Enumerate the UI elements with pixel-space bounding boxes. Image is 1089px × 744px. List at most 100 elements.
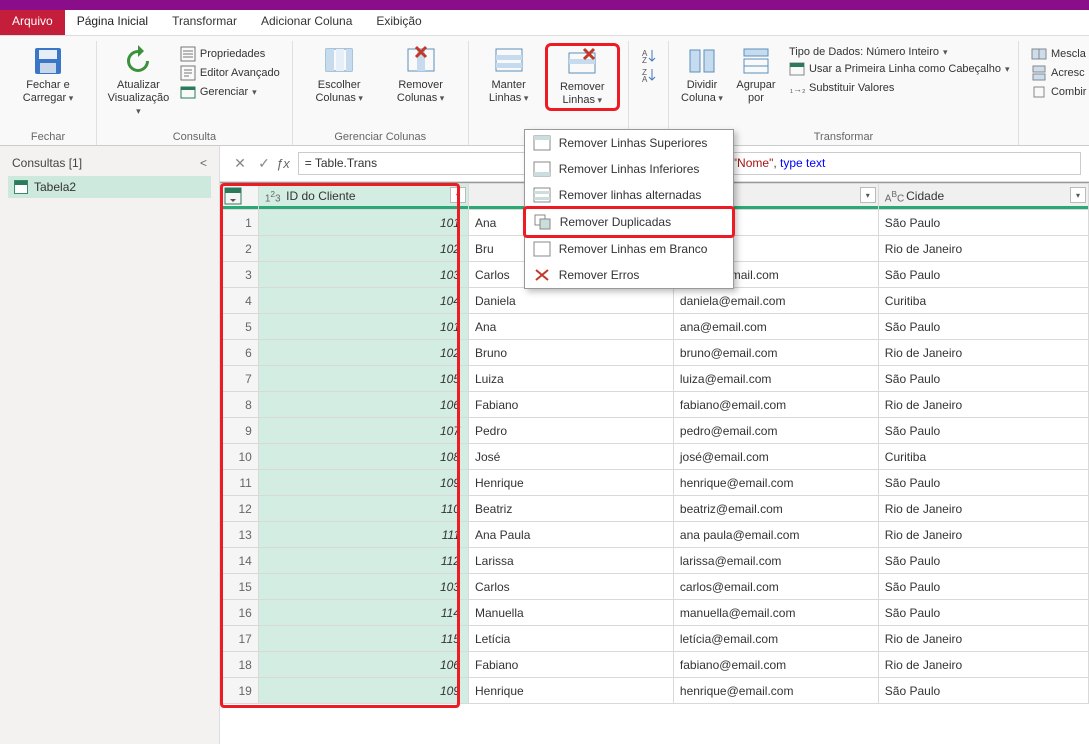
- cell-nome[interactable]: Luiza: [468, 366, 673, 392]
- properties-button[interactable]: Propriedades: [176, 45, 284, 63]
- table-row[interactable]: 7105Luizaluiza@email.comSão Paulo: [221, 366, 1089, 392]
- cell-id[interactable]: 102: [258, 236, 468, 262]
- table-row[interactable]: 18106Fabianofabiano@email.comRio de Jane…: [221, 652, 1089, 678]
- cell-nome[interactable]: Ana Paula: [468, 522, 673, 548]
- cell-email[interactable]: carlos@email.com: [673, 574, 878, 600]
- cell-id[interactable]: 101: [258, 314, 468, 340]
- cell-cidade[interactable]: São Paulo: [878, 678, 1088, 704]
- cell-cidade[interactable]: Rio de Janeiro: [878, 236, 1088, 262]
- cell-email[interactable]: letícia@email.com: [673, 626, 878, 652]
- combine-files-button[interactable]: Combir: [1027, 83, 1089, 101]
- manage-button[interactable]: Gerenciar: [176, 83, 284, 101]
- remove-columns-button[interactable]: Remover Colunas: [382, 43, 460, 107]
- cell-cidade[interactable]: São Paulo: [878, 314, 1088, 340]
- cancel-formula-button[interactable]: ✕: [228, 152, 252, 176]
- cell-id[interactable]: 112: [258, 548, 468, 574]
- cell-nome[interactable]: Manuella: [468, 600, 673, 626]
- cell-nome[interactable]: Bruno: [468, 340, 673, 366]
- cell-cidade[interactable]: São Paulo: [878, 210, 1088, 236]
- table-row[interactable]: 5101Anaana@email.comSão Paulo: [221, 314, 1089, 340]
- cell-email[interactable]: larissa@email.com: [673, 548, 878, 574]
- cell-email[interactable]: pedro@email.com: [673, 418, 878, 444]
- cell-email[interactable]: henrique@email.com: [673, 470, 878, 496]
- table-row[interactable]: 6102Brunobruno@email.comRio de Janeiro: [221, 340, 1089, 366]
- cell-nome[interactable]: Daniela: [468, 288, 673, 314]
- cell-cidade[interactable]: São Paulo: [878, 366, 1088, 392]
- cell-cidade[interactable]: Rio de Janeiro: [878, 652, 1088, 678]
- cell-nome[interactable]: José: [468, 444, 673, 470]
- column-filter-email[interactable]: ▾: [860, 187, 876, 203]
- table-options-icon[interactable]: [224, 187, 242, 205]
- cell-email[interactable]: ana@email.com: [673, 314, 878, 340]
- cell-nome[interactable]: Henrique: [468, 470, 673, 496]
- cell-nome[interactable]: Pedro: [468, 418, 673, 444]
- cell-cidade[interactable]: Rio de Janeiro: [878, 522, 1088, 548]
- cell-id[interactable]: 108: [258, 444, 468, 470]
- column-header-id[interactable]: 123 ID do Cliente ▾: [258, 184, 468, 210]
- cell-email[interactable]: fabiano@email.com: [673, 392, 878, 418]
- table-row[interactable]: 17115Letícialetícia@email.comRio de Jane…: [221, 626, 1089, 652]
- collapse-pane-icon[interactable]: <: [200, 156, 207, 170]
- cell-id[interactable]: 109: [258, 470, 468, 496]
- menu-remove-bottom-rows[interactable]: Remover Linhas Inferiores: [525, 156, 733, 182]
- cell-id[interactable]: 101: [258, 210, 468, 236]
- merge-queries-button[interactable]: Mescla: [1027, 45, 1089, 63]
- cell-email[interactable]: daniela@email.com: [673, 288, 878, 314]
- cell-email[interactable]: manuella@email.com: [673, 600, 878, 626]
- table-row[interactable]: 4104Danieladaniela@email.comCuritiba: [221, 288, 1089, 314]
- cell-email[interactable]: ana paula@email.com: [673, 522, 878, 548]
- tab-add-column[interactable]: Adicionar Coluna: [249, 10, 364, 35]
- table-row[interactable]: 8106Fabianofabiano@email.comRio de Janei…: [221, 392, 1089, 418]
- column-filter-cidade[interactable]: ▾: [1070, 187, 1086, 203]
- cell-cidade[interactable]: São Paulo: [878, 470, 1088, 496]
- cell-id[interactable]: 106: [258, 652, 468, 678]
- table-row[interactable]: 15103Carloscarlos@email.comSão Paulo: [221, 574, 1089, 600]
- cell-email[interactable]: bruno@email.com: [673, 340, 878, 366]
- split-column-button[interactable]: Dividir Coluna: [677, 43, 727, 107]
- table-row[interactable]: 19109Henriquehenrique@email.comSão Paulo: [221, 678, 1089, 704]
- cell-cidade[interactable]: São Paulo: [878, 600, 1088, 626]
- cell-id[interactable]: 115: [258, 626, 468, 652]
- cell-email[interactable]: henrique@email.com: [673, 678, 878, 704]
- table-row[interactable]: 16114Manuellamanuella@email.comSão Paulo: [221, 600, 1089, 626]
- cell-id[interactable]: 111: [258, 522, 468, 548]
- cell-cidade[interactable]: Rio de Janeiro: [878, 392, 1088, 418]
- choose-columns-button[interactable]: Escolher Colunas: [301, 43, 378, 107]
- keep-rows-button[interactable]: Manter Linhas: [477, 43, 541, 107]
- cell-cidade[interactable]: Curitiba: [878, 444, 1088, 470]
- cell-cidade[interactable]: São Paulo: [878, 262, 1088, 288]
- cell-email[interactable]: josé@email.com: [673, 444, 878, 470]
- table-row[interactable]: 14112Larissalarissa@email.comSão Paulo: [221, 548, 1089, 574]
- cell-cidade[interactable]: Curitiba: [878, 288, 1088, 314]
- cell-id[interactable]: 107: [258, 418, 468, 444]
- tab-home[interactable]: Página Inicial: [65, 10, 160, 35]
- close-load-button[interactable]: Fechar e Carregar: [8, 43, 88, 107]
- table-row[interactable]: 13111Ana Paulaana paula@email.comRio de …: [221, 522, 1089, 548]
- cell-email[interactable]: fabiano@email.com: [673, 652, 878, 678]
- group-by-button[interactable]: Agrupar por: [731, 43, 781, 107]
- cell-id[interactable]: 106: [258, 392, 468, 418]
- cell-id[interactable]: 102: [258, 340, 468, 366]
- cell-id[interactable]: 109: [258, 678, 468, 704]
- accept-formula-button[interactable]: ✓: [252, 152, 276, 176]
- cell-id[interactable]: 110: [258, 496, 468, 522]
- tab-view[interactable]: Exibição: [364, 10, 433, 35]
- menu-remove-top-rows[interactable]: Remover Linhas Superiores: [525, 130, 733, 156]
- cell-id[interactable]: 104: [258, 288, 468, 314]
- tab-file[interactable]: Arquivo: [0, 10, 65, 35]
- sort-asc-button[interactable]: AZ: [637, 47, 661, 65]
- cell-id[interactable]: 103: [258, 574, 468, 600]
- table-row[interactable]: 9107Pedropedro@email.comSão Paulo: [221, 418, 1089, 444]
- cell-nome[interactable]: Fabiano: [468, 652, 673, 678]
- cell-nome[interactable]: Fabiano: [468, 392, 673, 418]
- menu-remove-errors[interactable]: Remover Erros: [525, 262, 733, 288]
- table-row[interactable]: 12110Beatrizbeatriz@email.comRio de Jane…: [221, 496, 1089, 522]
- refresh-preview-button[interactable]: Atualizar Visualização: [105, 43, 172, 121]
- sort-desc-button[interactable]: ZA: [637, 66, 661, 84]
- cell-cidade[interactable]: Rio de Janeiro: [878, 496, 1088, 522]
- cell-id[interactable]: 114: [258, 600, 468, 626]
- table-row[interactable]: 10108Joséjosé@email.comCuritiba: [221, 444, 1089, 470]
- cell-nome[interactable]: Beatriz: [468, 496, 673, 522]
- append-queries-button[interactable]: Acresc: [1027, 64, 1089, 82]
- cell-nome[interactable]: Letícia: [468, 626, 673, 652]
